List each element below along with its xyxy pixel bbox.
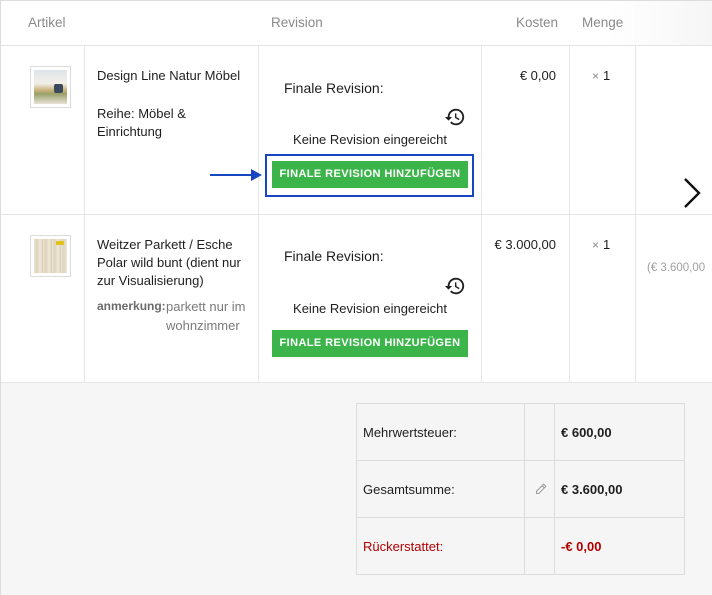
item-name: Weitzer Parkett / Esche Polar wild bunt … — [97, 237, 241, 288]
item-cost: € 3.000,00 — [494, 237, 556, 252]
quantity-value: 1 — [603, 237, 611, 252]
item-thumbnail[interactable] — [30, 66, 71, 108]
quantity-prefix: × — [592, 69, 600, 83]
revision-label: Finale Revision: — [284, 80, 384, 96]
history-icon[interactable] — [444, 106, 466, 128]
order-items-panel: Artikel Revision Kosten Menge Design Lin… — [0, 0, 712, 595]
grand-total-value: € 3.600,00 — [561, 482, 623, 497]
header-cost: Kosten — [516, 15, 559, 30]
line-total: (€ 3.600,00 — [647, 262, 706, 274]
note-label: anmerkung: — [97, 299, 166, 313]
header-article: Artikel — [28, 15, 66, 30]
table-row: Weitzer Parkett / Esche Polar wild bunt … — [1, 215, 712, 383]
arrow-right-icon — [210, 169, 262, 181]
chevron-right-icon[interactable] — [681, 177, 703, 209]
item-thumbnail[interactable] — [30, 235, 71, 277]
add-final-revision-button[interactable]: FINALE REVISION HINZUFÜGEN — [272, 330, 468, 357]
quantity-value: 1 — [603, 68, 611, 83]
vat-value: € 600,00 — [561, 425, 612, 440]
table-header: Artikel Revision Kosten Menge — [1, 1, 712, 46]
revision-status: Keine Revision eingereicht — [293, 301, 447, 316]
item-quantity: × 1 — [592, 237, 610, 252]
refund-value: -€ 0,00 — [561, 539, 602, 554]
revision-label: Finale Revision: — [284, 248, 384, 264]
item-series: Reihe: Möbel & Einrichtung — [97, 106, 186, 139]
item-cost: € 0,00 — [519, 68, 556, 83]
pencil-icon[interactable] — [535, 483, 547, 495]
vat-label: Mehrwertsteuer: — [363, 425, 457, 440]
refund-label: Rückerstattet: — [363, 539, 444, 554]
order-totals-table: Mehrwertsteuer: € 600,00 Gesamtsumme: € … — [356, 403, 685, 575]
history-icon[interactable] — [444, 275, 466, 297]
totals-row-vat: Mehrwertsteuer: € 600,00 — [357, 404, 684, 461]
totals-row-grand-total: Gesamtsumme: € 3.600,00 — [357, 461, 684, 518]
item-name: Design Line Natur Möbel — [97, 68, 241, 83]
totals-row-refund: Rückerstattet: -€ 0,00 — [357, 518, 684, 575]
quantity-prefix: × — [592, 238, 600, 252]
parquet-thumbnail-image — [34, 239, 67, 273]
header-quantity: Menge — [582, 15, 624, 30]
header-revision: Revision — [271, 15, 323, 30]
highlight-box — [265, 154, 474, 197]
item-quantity: × 1 — [592, 68, 610, 83]
grand-total-label: Gesamtsumme: — [363, 482, 455, 497]
furniture-thumbnail-image — [34, 70, 67, 104]
note-value: parkett nur im wohnzimmer — [166, 299, 246, 333]
revision-status: Keine Revision eingereicht — [293, 132, 447, 147]
